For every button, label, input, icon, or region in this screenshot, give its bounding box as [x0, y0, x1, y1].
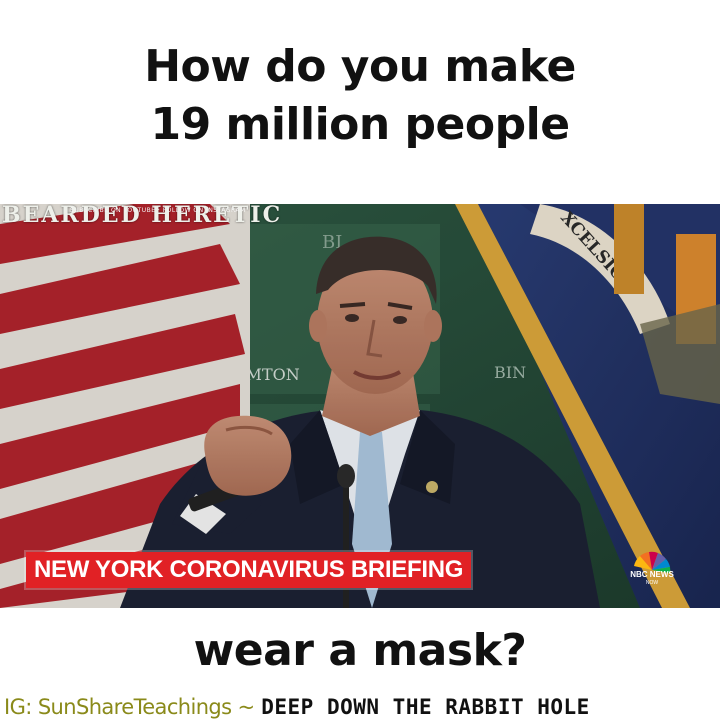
top-caption: How do you make 19 million people [0, 38, 720, 154]
channel-watermark-sub: SUBSCRIBE ON YOUTUBE · FOLLOW ON INSTAGR… [70, 207, 246, 214]
instagram-handle: IG: SunShareTeachings ~ [4, 695, 255, 719]
bottom-caption: wear a mask? [193, 625, 527, 676]
network-logo-sub: NOW [645, 580, 659, 586]
top-caption-line-2: 19 million people [150, 99, 570, 150]
network-logo-text: NBC NEWS [630, 570, 674, 579]
rabbit-hole-tag: DEEP DOWN THE RABBIT HOLE [261, 695, 590, 719]
video-frame: BI AMTON BIN XCELSIOR BEARDED HERETIC SU… [0, 204, 720, 608]
press-conference-scene: BI AMTON BIN XCELSIOR [0, 204, 720, 608]
news-lower-third: NEW YORK CORONAVIRUS BRIEFING [26, 552, 472, 588]
top-caption-line-1: How do you make [144, 41, 576, 92]
credit-line: IG: SunShareTeachings ~ DEEP DOWN THE RA… [4, 694, 720, 720]
